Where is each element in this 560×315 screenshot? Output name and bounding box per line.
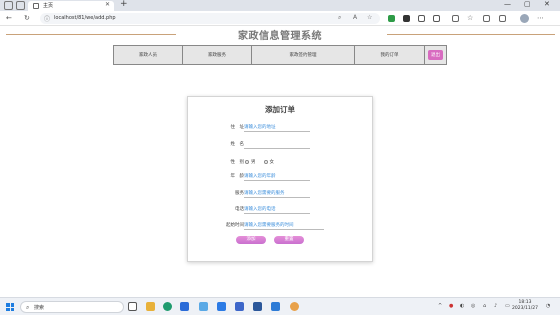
start-time-label: 起始时间: [226, 223, 244, 228]
battery-icon[interactable]: ▭: [505, 303, 510, 309]
vscode-icon[interactable]: [271, 302, 280, 311]
task-view-icon[interactable]: [128, 302, 137, 311]
extension-icon[interactable]: [388, 15, 395, 22]
gender-radio-group: 男 女: [245, 159, 282, 165]
site-info-icon[interactable]: ⓘ: [44, 14, 50, 23]
taskbar-clock[interactable]: 18:13 2023/11/27: [512, 300, 538, 312]
nav-exit-cell: 退出: [425, 46, 446, 64]
taskbar-search[interactable]: ⌕ 搜索: [20, 301, 124, 313]
taskbar: ⌕ 搜索 ^ ● ◐ ◎ ⌂ ♪ ▭ 18:13 2023/11/27 ◔: [0, 297, 560, 315]
minimize-icon[interactable]: —: [504, 0, 511, 8]
notification-icon[interactable]: ◔: [546, 303, 550, 309]
address-bar[interactable]: ⓘ localhost/81/we/add.php ⌕ A ☆: [40, 13, 380, 24]
clock-date: 2023/11/27: [512, 306, 538, 311]
service-row: 服务: [188, 189, 372, 198]
extension-icon[interactable]: [418, 15, 425, 22]
workspaces-icon[interactable]: [4, 1, 13, 10]
extension-icon[interactable]: [433, 15, 440, 22]
browser-tab[interactable]: 主页 ✕: [28, 1, 114, 11]
gender-female-radio[interactable]: [263, 160, 268, 164]
favorites-icon[interactable]: ☆: [467, 14, 473, 23]
refresh-icon[interactable]: ↻: [24, 14, 30, 23]
app-icon[interactable]: [217, 302, 226, 311]
tab-close-icon[interactable]: ✕: [105, 1, 110, 8]
tray-app-icon[interactable]: ◐: [460, 303, 464, 309]
app-icon[interactable]: [290, 302, 299, 311]
extension-icon[interactable]: [403, 15, 410, 22]
name-input[interactable]: [244, 140, 310, 149]
address-url[interactable]: localhost/81/we/add.php: [54, 15, 116, 21]
logout-button[interactable]: 退出: [428, 50, 443, 60]
nav-item-staff[interactable]: 家政人员: [114, 46, 183, 64]
phone-row: 电话: [188, 205, 372, 214]
network-icon[interactable]: ⌂: [483, 303, 486, 309]
nav-item-services[interactable]: 家政服务: [183, 46, 252, 64]
tray-app-icon[interactable]: ●: [449, 303, 453, 309]
back-icon[interactable]: ←: [6, 14, 12, 23]
favorite-star-icon[interactable]: ☆: [367, 14, 372, 21]
nav-item-my-orders[interactable]: 我的订单: [355, 46, 425, 64]
page-favicon-icon: [33, 3, 39, 9]
file-explorer-icon[interactable]: [146, 302, 155, 311]
main-nav: 家政人员 家政服务 家政签约管理 我的订单 退出: [113, 45, 447, 65]
gender-row: 性 别 男 女: [188, 158, 372, 167]
site-title: 家政信息管理系统: [238, 31, 322, 42]
new-tab-icon[interactable]: +: [120, 0, 128, 9]
age-row: 年 龄: [188, 172, 372, 181]
reset-button[interactable]: 重置: [274, 236, 304, 244]
tab-title: 主页: [43, 3, 54, 9]
service-input[interactable]: [244, 189, 310, 198]
gender-male-radio[interactable]: [245, 160, 249, 164]
age-input[interactable]: [244, 172, 310, 181]
windows-start-icon[interactable]: [6, 303, 14, 311]
gender-male-label: 男: [251, 160, 256, 165]
taskbar-search-label: 搜索: [34, 305, 45, 311]
service-label: 服务: [235, 191, 244, 196]
maximize-icon[interactable]: ▢: [524, 0, 531, 8]
app-icon[interactable]: [199, 302, 208, 311]
address-row: 住 址: [188, 123, 372, 132]
phone-input[interactable]: [244, 205, 310, 214]
app-icon[interactable]: [180, 302, 189, 311]
gender-label: 性 别: [230, 160, 245, 165]
add-order-form: 添加订单 住 址 姓 名 性 别 男 女 年 龄 服务 电话 起始时间 添加 重…: [187, 96, 373, 262]
browser-toolbar: ← ↻ ⓘ localhost/81/we/add.php ⌕ A ☆ ☆ ⋯: [0, 11, 560, 26]
add-button[interactable]: 添加: [236, 236, 266, 244]
read-aloud-icon[interactable]: A: [353, 14, 357, 21]
phone-label: 电话: [235, 207, 244, 212]
start-time-input[interactable]: [244, 221, 324, 230]
tray-app-icon[interactable]: ◎: [471, 303, 475, 309]
name-label: 姓 名: [230, 142, 245, 147]
zoom-icon[interactable]: ⌕: [338, 14, 341, 22]
start-time-row: 起始时间: [188, 221, 372, 230]
age-label: 年 龄: [230, 174, 245, 179]
search-icon: ⌕: [26, 304, 30, 311]
address-label: 住 址: [230, 125, 245, 130]
nav-item-contracts[interactable]: 家政签约管理: [252, 46, 355, 64]
browser-tab-strip: 主页 ✕ + — ▢ ✕: [0, 0, 560, 11]
name-row: 姓 名: [188, 140, 372, 149]
form-title: 添加订单: [265, 105, 295, 114]
window-close-icon[interactable]: ✕: [544, 0, 550, 8]
more-options-icon[interactable]: ⋯: [537, 14, 544, 23]
profile-avatar[interactable]: [520, 14, 529, 23]
app-icon[interactable]: [235, 302, 244, 311]
gender-female-label: 女: [269, 160, 275, 165]
split-screen-icon[interactable]: [452, 15, 459, 22]
volume-icon[interactable]: ♪: [494, 303, 497, 309]
address-input[interactable]: [244, 123, 310, 132]
edge-browser-icon[interactable]: [163, 302, 172, 311]
tab-actions-icon[interactable]: [16, 1, 25, 10]
tray-overflow-icon[interactable]: ^: [438, 303, 442, 309]
browser-essentials-icon[interactable]: [499, 15, 506, 22]
word-icon[interactable]: [253, 302, 262, 311]
collections-icon[interactable]: [483, 15, 490, 22]
